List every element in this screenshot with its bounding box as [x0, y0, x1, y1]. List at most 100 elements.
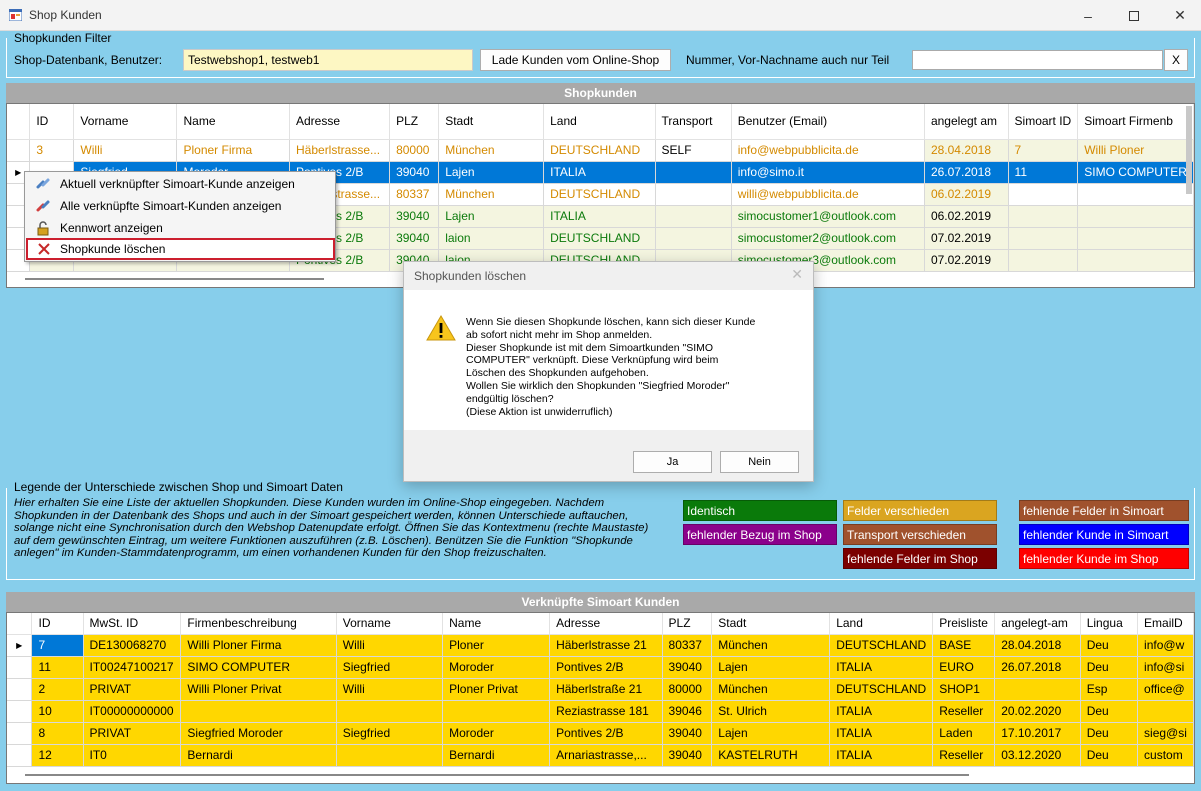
menu-item-show-all-linked[interactable]: Alle verknüpfte Simoart-Kunden anzeigen [26, 195, 335, 217]
table-cell[interactable] [1077, 205, 1194, 228]
table-cell[interactable]: 2 [31, 678, 84, 701]
table-cell[interactable]: Bernardi [442, 744, 551, 767]
dialog-no-button[interactable]: Nein [720, 451, 799, 473]
column-header[interactable]: Transport [655, 104, 732, 140]
table-cell[interactable]: Häberlstrasse 21 [549, 634, 663, 657]
table-cell[interactable]: Deu [1080, 634, 1139, 657]
table-cell[interactable]: 80337 [389, 183, 440, 206]
table-cell[interactable]: Deu [1080, 700, 1139, 723]
table-cell[interactable]: Reseller [932, 700, 996, 723]
simoart-grid-hscroll[interactable] [7, 769, 1194, 781]
table-cell[interactable]: IT00247100217 [83, 656, 182, 679]
table-cell[interactable] [655, 227, 732, 250]
table-cell[interactable]: 7 [1008, 139, 1079, 162]
close-button[interactable]: ✕ [1157, 0, 1201, 31]
table-cell[interactable]: info@simo.it [731, 161, 925, 184]
dialog-close-icon[interactable]: ✕ [791, 266, 803, 283]
table-cell[interactable]: 26.07.2018 [924, 161, 1009, 184]
table-row[interactable]: ▶ 7 DE130068270 Willi Ploner Firma Willi Plon… [7, 634, 1194, 657]
table-cell[interactable]: ITALIA [829, 722, 934, 745]
column-header[interactable]: MwSt. ID [83, 613, 182, 635]
table-row[interactable]: 11 IT00247100217 SIMO COMPUTER Siegfried Mor… [7, 656, 1194, 679]
column-header[interactable]: Stadt [438, 104, 545, 140]
table-cell[interactable]: Häberlstrasse... [289, 139, 391, 162]
table-cell[interactable] [655, 205, 732, 228]
table-cell[interactable] [1008, 249, 1079, 272]
table-cell[interactable]: Lajen [438, 205, 545, 228]
table-row[interactable]: 3 Willi Ploner Firma Häberlstrasse... 80000 M… [7, 139, 1194, 162]
table-cell[interactable] [1008, 183, 1079, 206]
table-cell[interactable]: Ploner Privat [442, 678, 551, 701]
shop-grid-vscroll[interactable] [1186, 106, 1192, 194]
table-cell[interactable]: DEUTSCHLAND [543, 227, 656, 250]
maximize-button[interactable] [1111, 0, 1157, 31]
table-cell[interactable]: willi@webpubblicita.de [731, 183, 925, 206]
column-header[interactable]: Simoart ID [1008, 104, 1079, 140]
column-header[interactable]: Adresse [289, 104, 391, 140]
column-header[interactable]: ID [31, 613, 84, 635]
table-cell[interactable]: Ploner Firma [176, 139, 290, 162]
table-cell[interactable] [1077, 183, 1194, 206]
table-cell[interactable]: BASE [932, 634, 996, 657]
table-cell[interactable]: 80337 [662, 634, 713, 657]
table-cell[interactable] [442, 700, 551, 723]
load-customers-button[interactable]: Lade Kunden vom Online-Shop [480, 49, 671, 71]
table-cell[interactable]: 39040 [662, 656, 713, 679]
table-cell[interactable]: Siegfried [336, 722, 444, 745]
table-cell[interactable] [655, 183, 732, 206]
table-cell[interactable]: SELF [655, 139, 732, 162]
table-cell[interactable]: Deu [1080, 656, 1139, 679]
minimize-button[interactable]: – [1065, 0, 1111, 31]
table-cell[interactable]: 39046 [662, 700, 713, 723]
table-cell[interactable]: Reziastrasse 181 [549, 700, 663, 723]
table-cell[interactable]: Willi Ploner [1077, 139, 1194, 162]
table-cell[interactable]: 20.02.2020 [994, 700, 1081, 723]
table-row[interactable]: 8 PRIVAT Siegfried Moroder Siegfried Moroder… [7, 722, 1194, 745]
table-cell[interactable]: Willi [336, 634, 444, 657]
table-cell[interactable]: 12 [31, 744, 84, 767]
search-input[interactable] [912, 50, 1163, 70]
column-header[interactable]: Land [829, 613, 934, 635]
dialog-yes-button[interactable]: Ja [633, 451, 712, 473]
column-header[interactable]: Benutzer (Email) [731, 104, 925, 140]
table-cell[interactable]: Ploner [442, 634, 551, 657]
table-cell[interactable]: 80000 [662, 678, 713, 701]
table-row[interactable]: 2 PRIVAT Willi Ploner Privat Willi Ploner Pr… [7, 678, 1194, 701]
table-cell[interactable]: DEUTSCHLAND [829, 634, 934, 657]
table-cell[interactable]: 07.02.2019 [924, 227, 1009, 250]
table-cell[interactable]: Willi Ploner Firma [180, 634, 337, 657]
table-cell[interactable]: Siegfried Moroder [180, 722, 337, 745]
menu-item-show-linked[interactable]: Aktuell verknüpfter Simoart-Kunde anzeig… [26, 173, 335, 195]
clear-search-button[interactable]: X [1164, 49, 1188, 71]
table-cell[interactable]: 7 [31, 634, 84, 657]
row-header[interactable] [7, 744, 33, 767]
table-cell[interactable]: Lajen [438, 161, 545, 184]
table-cell[interactable]: office@ [1137, 678, 1194, 701]
table-cell[interactable]: Pontives 2/B [549, 656, 663, 679]
table-cell[interactable]: Deu [1080, 722, 1139, 745]
row-header[interactable] [7, 700, 33, 723]
table-cell[interactable]: sieg@si [1137, 722, 1194, 745]
table-cell[interactable]: 07.02.2019 [924, 249, 1009, 272]
table-cell[interactable]: Arnariastrasse,... [549, 744, 663, 767]
table-cell[interactable]: PRIVAT [83, 722, 182, 745]
table-cell[interactable]: München [438, 183, 545, 206]
table-cell[interactable]: Laden [932, 722, 996, 745]
table-cell[interactable]: info@w [1137, 634, 1194, 657]
column-header[interactable]: Stadt [711, 613, 831, 635]
table-cell[interactable]: ITALIA [543, 161, 656, 184]
table-cell[interactable]: SIMO COMPUTER [1077, 161, 1194, 184]
column-header[interactable]: Lingua [1080, 613, 1139, 635]
table-cell[interactable]: 06.02.2019 [924, 205, 1009, 228]
table-cell[interactable]: Willi [73, 139, 178, 162]
column-header[interactable]: Preisliste [932, 613, 996, 635]
table-cell[interactable]: PRIVAT [83, 678, 182, 701]
row-header[interactable] [7, 722, 33, 745]
simoart-customers-grid[interactable]: ID MwSt. ID Firmenbeschreibung Vorname Name A… [6, 612, 1195, 784]
table-cell[interactable]: 28.04.2018 [924, 139, 1009, 162]
table-cell[interactable]: Moroder [442, 656, 551, 679]
table-cell[interactable]: info@webpubblicita.de [731, 139, 925, 162]
table-cell[interactable]: München [711, 678, 831, 701]
table-row[interactable]: 12 IT0 Bernardi Bernardi Arnariastrasse,... 3… [7, 744, 1194, 767]
table-cell[interactable]: 39040 [389, 227, 440, 250]
